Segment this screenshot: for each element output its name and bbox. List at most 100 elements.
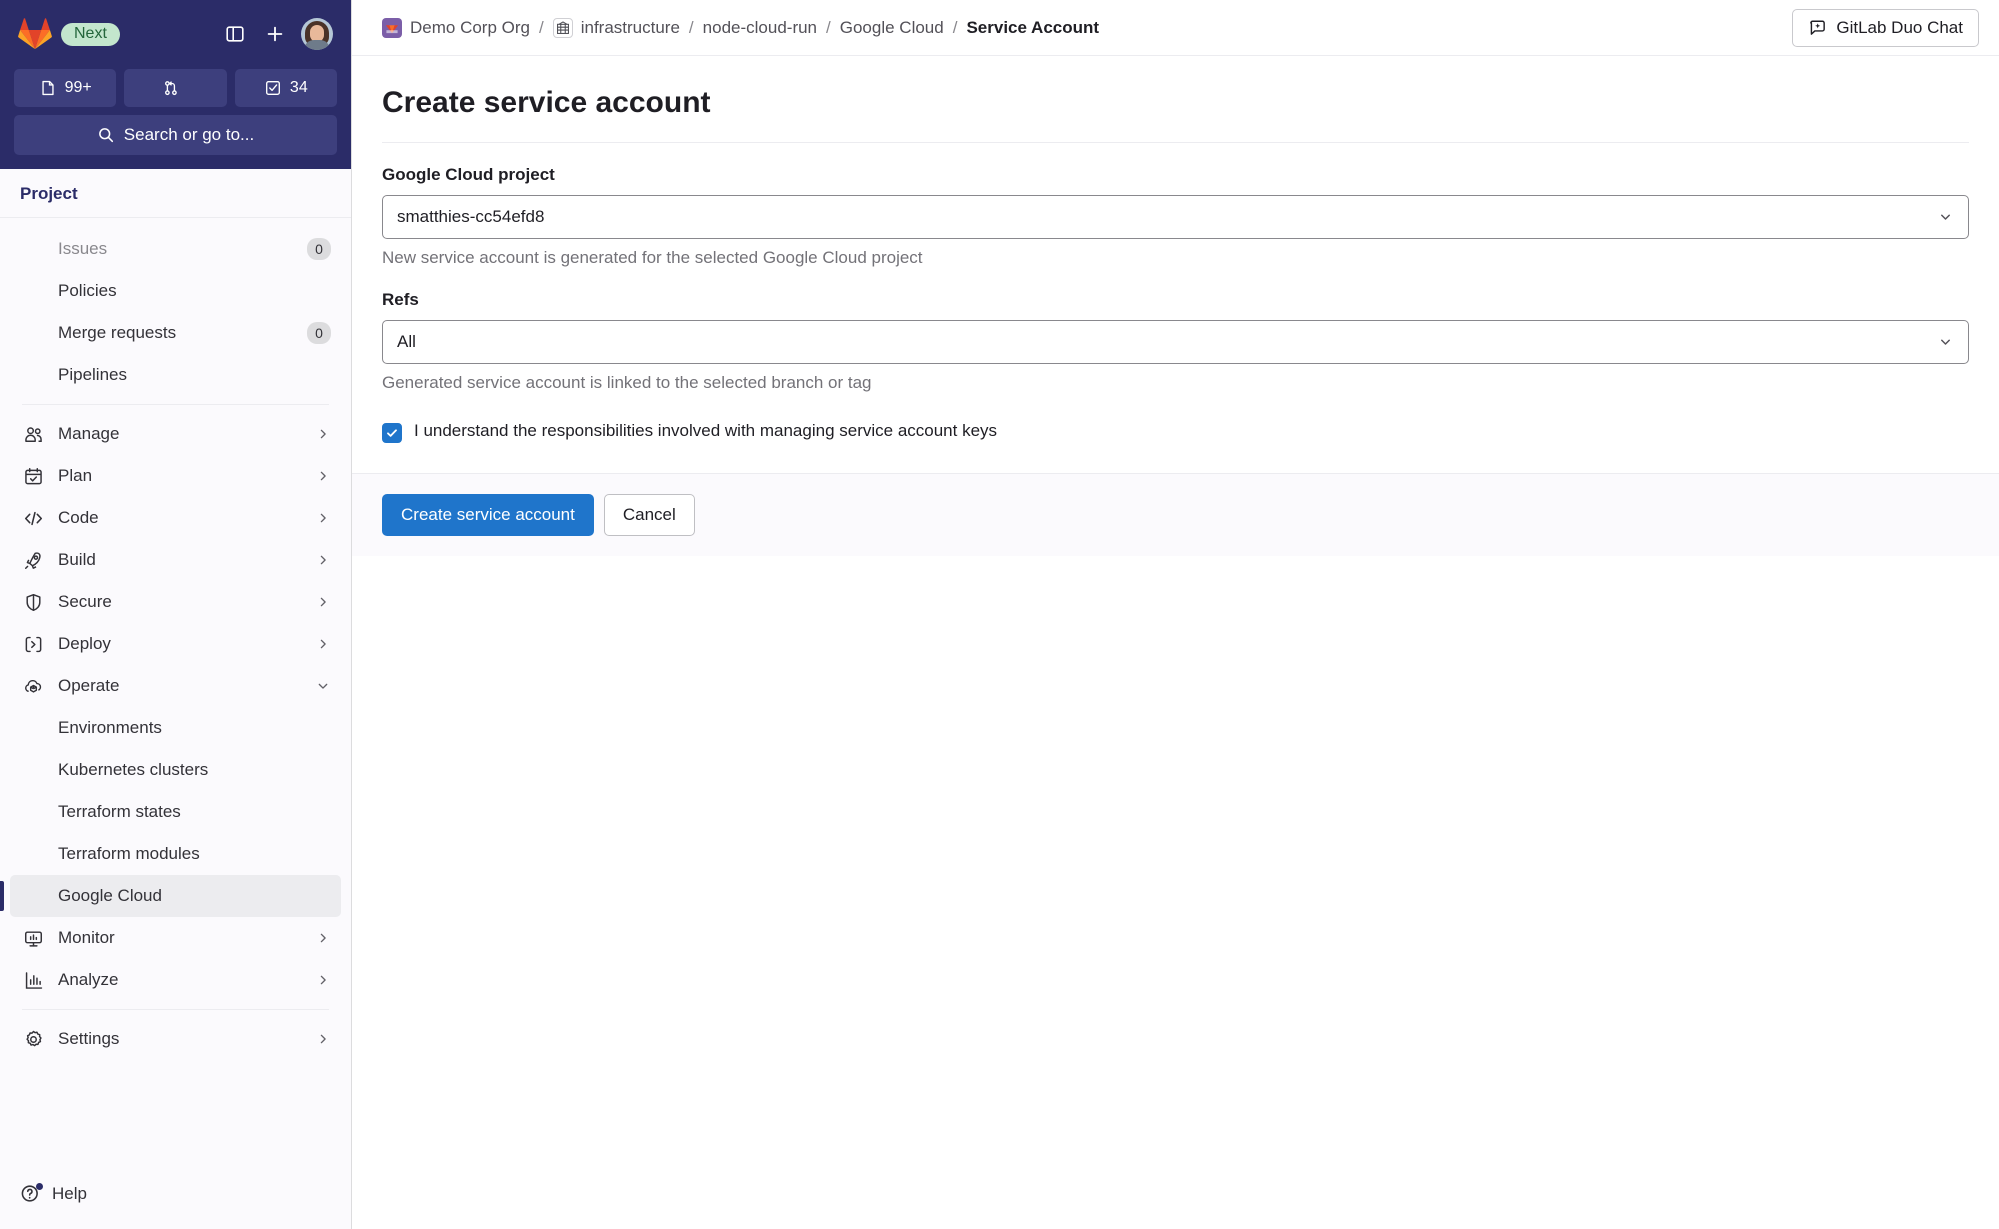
chevron-right-icon[interactable] <box>315 972 331 988</box>
sidebar-scope-title: Project <box>20 184 78 203</box>
sidebar-item-analyze[interactable]: Analyze <box>10 959 341 1001</box>
page-content: Create service account Google Cloud proj… <box>352 56 1999 1229</box>
sidebar-item-label: Manage <box>58 424 120 443</box>
sidebar-item-label: Code <box>58 508 99 527</box>
breadcrumb-separator: / <box>826 17 831 37</box>
chevron-right-icon[interactable] <box>315 930 331 946</box>
breadcrumb-label[interactable]: infrastructure <box>581 18 680 38</box>
sidebar-item-label: Kubernetes clusters <box>58 760 209 779</box>
sidebar-item-google-cloud[interactable]: Google Cloud <box>0 875 341 917</box>
sidebar-item-operate[interactable]: Operate <box>10 665 341 707</box>
chevron-right-icon[interactable] <box>315 594 331 610</box>
toggle-sidebar-button[interactable] <box>218 17 252 51</box>
sidebar-item-label: Terraform modules <box>58 844 200 863</box>
google-cloud-project-hint: New service account is generated for the… <box>382 248 923 267</box>
sidebar-item-badge: 0 <box>307 322 331 344</box>
gitlab-logo-icon[interactable] <box>18 17 52 51</box>
sidebar-item-label: Issues <box>58 239 108 258</box>
responsibilities-checkbox-row: I understand the responsibilities involv… <box>382 421 1969 443</box>
responsibilities-checkbox[interactable] <box>382 423 402 443</box>
sidebar-item-manage[interactable]: Manage <box>10 413 341 455</box>
sidebar-item-pipelines[interactable]: Pipelines <box>10 354 341 396</box>
users-icon <box>22 423 44 445</box>
breadcrumb-item[interactable]: Google Cloud <box>840 18 944 38</box>
sidebar-item-help-label: Help <box>52 1184 87 1203</box>
merge-requests-count-button[interactable] <box>124 69 227 107</box>
sidebar: Next 99+ 34 Search or go to... Project I… <box>0 0 352 1229</box>
breadcrumb-item[interactable]: infrastructure <box>552 17 680 38</box>
sidebar-item-label: Operate <box>58 676 120 695</box>
chevron-right-icon[interactable] <box>315 426 331 442</box>
google-cloud-project-label: Google Cloud project <box>382 165 555 184</box>
sidebar-item-terraform-modules[interactable]: Terraform modules <box>10 833 341 875</box>
app-root: Next 99+ 34 Search or go to... Project I… <box>0 0 1999 1229</box>
todos-count-button[interactable]: 34 <box>234 69 337 107</box>
breadcrumb-label[interactable]: Demo Corp Org <box>410 18 530 38</box>
issues-count-button[interactable]: 99+ <box>14 69 117 107</box>
calendar-icon <box>22 465 44 487</box>
sidebar-item-help[interactable]: Help <box>10 1173 341 1215</box>
topbar: Demo Corp Org / infrastructure / node-cloud-… <box>352 0 1999 56</box>
gitlab-duo-chat-button[interactable]: GitLab Duo Chat <box>1792 8 1979 47</box>
sidebar-item-code[interactable]: Code <box>10 497 341 539</box>
create-service-account-form: Google Cloud project smatthies-cc54efd8 … <box>352 143 1999 443</box>
search-input[interactable]: Search or go to... <box>14 115 337 155</box>
sidebar-item-secure[interactable]: Secure <box>10 581 341 623</box>
breadcrumb-separator: / <box>688 17 694 37</box>
breadcrumb-item[interactable]: Demo Corp Org <box>382 17 530 38</box>
sidebar-item-settings[interactable]: Settings <box>10 1018 341 1060</box>
sidebar-item-deploy[interactable]: Deploy <box>10 623 341 665</box>
main-area: Demo Corp Org / infrastructure / node-cloud-… <box>352 0 1999 1229</box>
breadcrumb-item[interactable]: node-cloud-run <box>703 18 817 38</box>
duo-chat-icon <box>1810 20 1826 35</box>
google-cloud-project-value: smatthies-cc54efd8 <box>397 207 545 226</box>
breadcrumb-label: Service Account <box>966 17 1100 37</box>
breadcrumb-separator: / <box>952 17 958 37</box>
chevron-right-icon[interactable] <box>315 468 331 484</box>
sidebar-item-label: Settings <box>58 1029 120 1048</box>
page-title: Create service account <box>382 56 1969 143</box>
nav-separator <box>22 404 329 405</box>
sidebar-item-monitor[interactable]: Monitor <box>10 917 341 959</box>
chevron-down-icon <box>1937 334 1954 351</box>
sidebar-item-terraform-states[interactable]: Terraform states <box>10 791 341 833</box>
create-new-button[interactable] <box>258 17 292 51</box>
sidebar-item-issues[interactable]: Issues 0 <box>10 228 341 270</box>
chevron-right-icon[interactable] <box>315 552 331 568</box>
user-avatar[interactable] <box>301 18 333 50</box>
breadcrumb-label[interactable]: node-cloud-run <box>703 18 817 38</box>
monitor-icon <box>22 927 44 949</box>
shield-icon <box>22 591 44 613</box>
search-icon <box>98 128 113 143</box>
avatar-body <box>304 40 330 50</box>
refs-select[interactable]: All <box>382 320 1969 364</box>
duo-chat-label: GitLab Duo Chat <box>1836 17 1963 37</box>
code-icon <box>22 507 44 529</box>
sidebar-count-buttons: 99+ 34 <box>14 69 337 107</box>
sidebar-item-merge-requests[interactable]: Merge requests 0 <box>10 312 341 354</box>
sidebar-item-policies[interactable]: Policies <box>10 270 341 312</box>
sidebar-item-environments[interactable]: Environments <box>10 707 341 749</box>
sidebar-item-label: Deploy <box>58 634 111 653</box>
refs-value: All <box>397 332 416 351</box>
chevron-right-icon[interactable] <box>315 636 331 652</box>
sidebar-item-kubernetes-clusters[interactable]: Kubernetes clusters <box>10 749 341 791</box>
chevron-right-icon[interactable] <box>315 510 331 526</box>
chevron-right-icon[interactable] <box>315 1031 331 1047</box>
sidebar-item-build[interactable]: Build <box>10 539 341 581</box>
deploy-icon <box>22 633 44 655</box>
sidebar-item-plan[interactable]: Plan <box>10 455 341 497</box>
sidebar-brand-row: Next <box>14 10 337 58</box>
chevron-down-icon[interactable] <box>315 678 331 694</box>
breadcrumb-label[interactable]: Google Cloud <box>840 18 944 38</box>
create-service-account-button[interactable]: Create service account <box>382 494 594 536</box>
cancel-button[interactable]: Cancel <box>603 494 695 536</box>
help-icon <box>20 1183 43 1205</box>
nav-separator <box>22 1009 329 1010</box>
check-icon <box>387 429 397 437</box>
google-cloud-project-select[interactable]: smatthies-cc54efd8 <box>382 195 1969 239</box>
sidebar-item-label: Google Cloud <box>58 886 162 905</box>
breadcrumb-separator: / <box>538 17 544 37</box>
sidebar-item-label: Monitor <box>58 928 115 947</box>
sidebar-help-section: Help <box>0 1163 351 1229</box>
